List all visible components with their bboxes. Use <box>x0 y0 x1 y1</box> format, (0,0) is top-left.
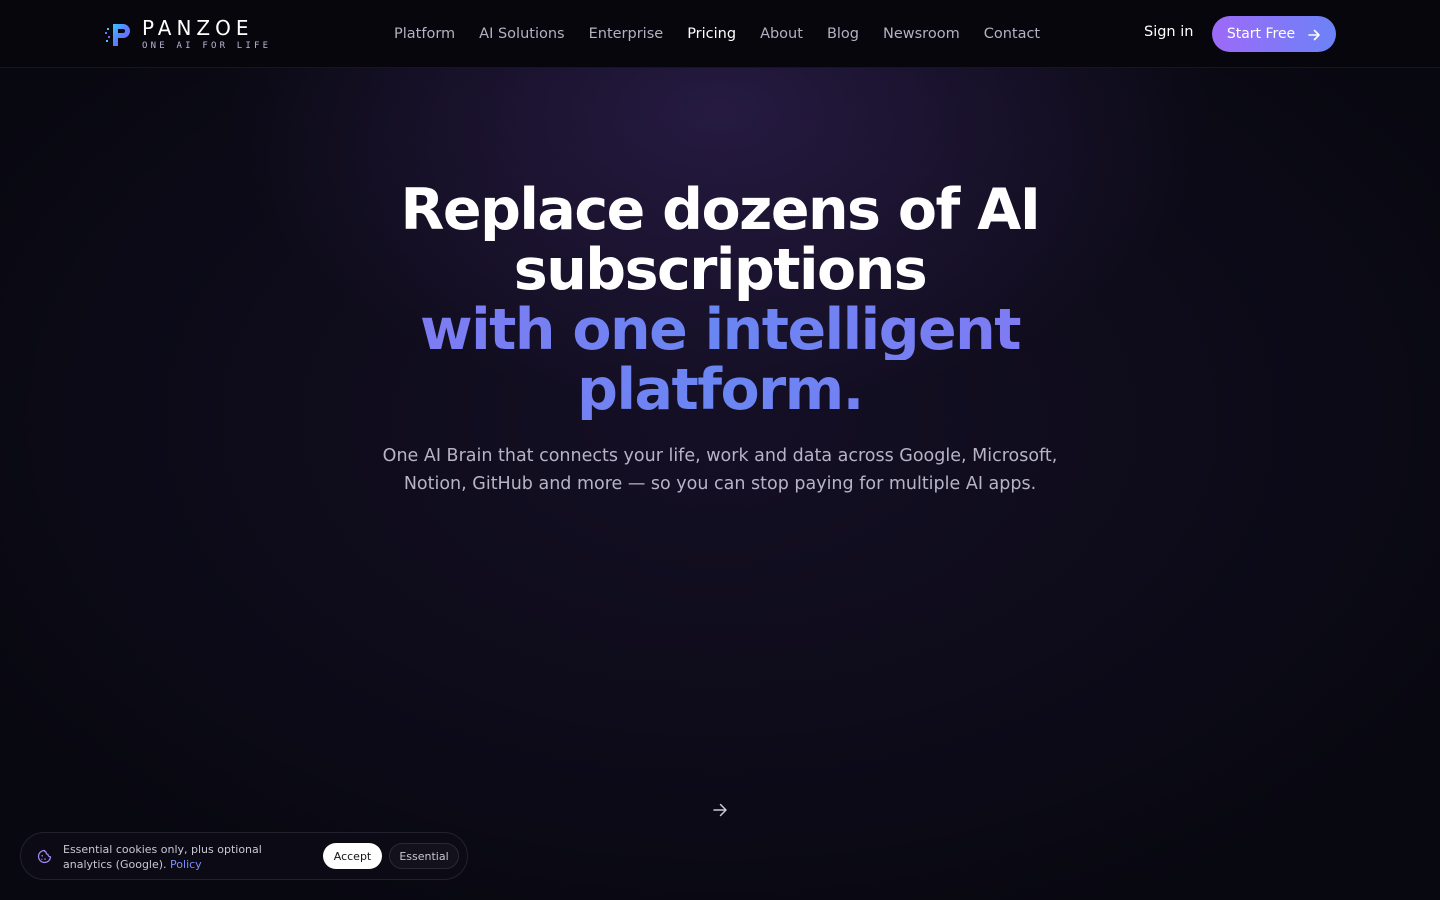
arrow-right-icon <box>1307 27 1321 41</box>
hero-title-line-1: Replace dozens of AI <box>400 177 1041 243</box>
cookie-policy-link[interactable]: Policy <box>170 858 202 871</box>
nav-item-enterprise[interactable]: Enterprise <box>589 26 664 42</box>
panzoe-p-logo-icon <box>104 19 134 49</box>
nav-item-newsroom[interactable]: Newsroom <box>883 26 960 42</box>
brand-tagline: ONE AI FOR LIFE <box>142 40 272 51</box>
brand-wordmark: PANZOE ONE AI FOR LIFE <box>142 18 271 51</box>
start-free-label: Start Free <box>1226 26 1296 42</box>
nav-item-platform[interactable]: Platform <box>394 26 455 42</box>
arrow-right-icon[interactable] <box>711 801 729 819</box>
top-navigation-bar: PANZOE ONE AI FOR LIFE Platform AI Solut… <box>0 0 1440 68</box>
hero-section: Replace dozens of AI subscriptions with … <box>0 180 1440 498</box>
main-nav: Platform AI Solutions Enterprise Pricing… <box>394 0 1040 68</box>
nav-item-blog[interactable]: Blog <box>827 26 859 42</box>
hero-title: Replace dozens of AI subscriptions with … <box>0 180 1440 420</box>
hero-title-highlight-line-1: with one intelligent <box>0 300 1440 360</box>
nav-item-ai-solutions[interactable]: AI Solutions <box>479 26 564 42</box>
cookie-accept-button[interactable]: Accept <box>323 843 382 869</box>
hero-title-line-2: subscriptions <box>513 237 928 303</box>
cookie-message: Essential cookies only, plus optional an… <box>63 842 313 872</box>
cookie-message-text: Essential cookies only, plus optional an… <box>63 843 262 871</box>
brand-logo[interactable]: PANZOE ONE AI FOR LIFE <box>104 18 271 50</box>
cookie-icon <box>37 849 52 864</box>
hero-subtitle: One AI Brain that connects your life, wo… <box>382 446 1058 494</box>
hero-title-highlight-line-2: platform. <box>0 360 1440 420</box>
sign-in-link[interactable]: Sign in <box>1144 24 1193 40</box>
nav-item-contact[interactable]: Contact <box>984 26 1040 42</box>
nav-item-about[interactable]: About <box>760 26 803 42</box>
brand-name: PANZOE <box>142 15 254 40</box>
cookie-banner: Essential cookies only, plus optional an… <box>20 832 468 880</box>
start-free-button[interactable]: Start Free <box>1212 16 1336 52</box>
nav-item-pricing[interactable]: Pricing <box>687 26 736 42</box>
cookie-essential-button[interactable]: Essential <box>389 843 459 869</box>
